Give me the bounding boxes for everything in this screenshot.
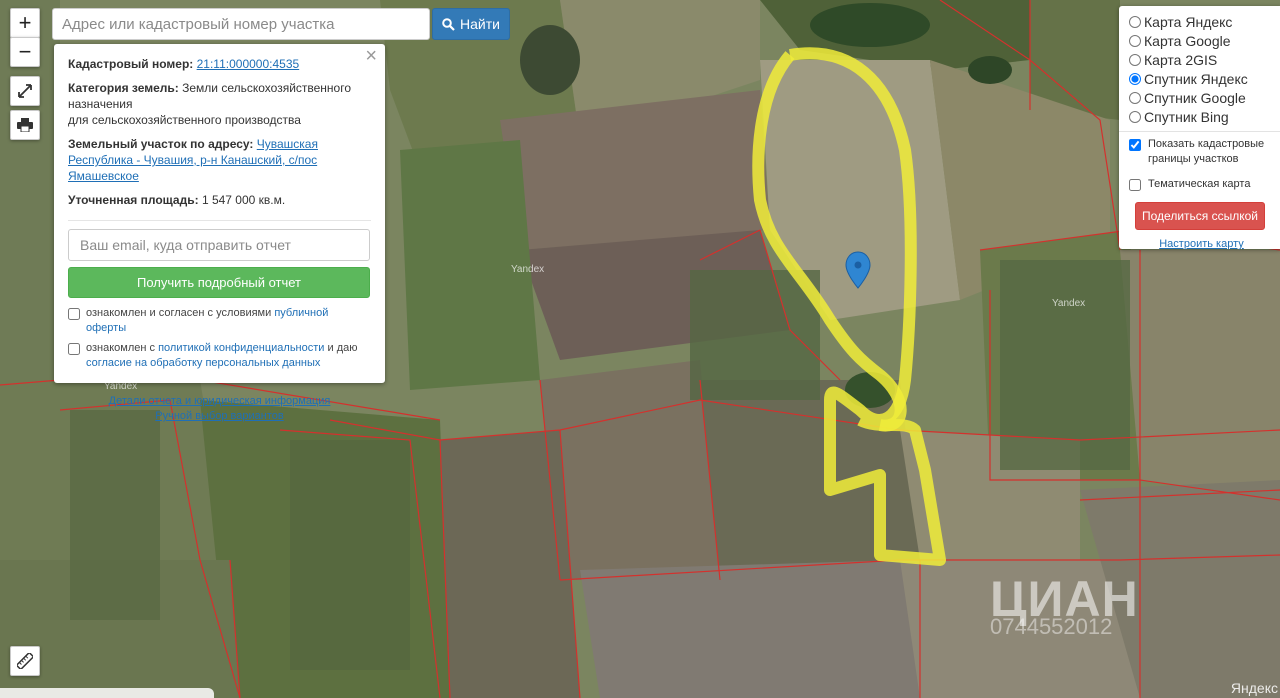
privacy-policy-link[interactable]: политикой конфиденциальности — [158, 342, 324, 354]
show-cadastral-toggle[interactable]: Показать кадастровые границы участков — [1128, 137, 1280, 167]
map-copyright: Яндекс — [1230, 680, 1278, 696]
search-input[interactable] — [52, 8, 430, 40]
area-label: Уточненная площадь: — [68, 193, 199, 207]
layer-label: Спутник Google — [1144, 89, 1246, 106]
area-row: Уточненная площадь: 1 547 000 кв.м. — [68, 192, 371, 221]
layer-option-yandex-map[interactable]: Карта Яндекс — [1128, 12, 1280, 31]
configure-map-link[interactable]: Настроить карту — [1128, 238, 1275, 250]
layer-label: Спутник Bing — [1144, 108, 1229, 125]
report-details-link[interactable]: Детали отчета и юридическая информация — [109, 395, 331, 407]
layer-radio[interactable] — [1129, 72, 1141, 85]
layer-option-2gis-map[interactable]: Карта 2GIS — [1128, 50, 1280, 69]
search-button-label: Найти — [460, 16, 500, 32]
layer-options: Карта Яндекс Карта Google Карта 2GIS Спу… — [1128, 12, 1280, 126]
layer-label: Карта 2GIS — [1144, 51, 1218, 68]
offer-consent-checkbox[interactable] — [68, 308, 80, 320]
ruler-button[interactable] — [10, 646, 40, 676]
parcel-info-panel: × Кадастровый номер: 21:11:000000:4535 К… — [54, 44, 385, 422]
zoom-in-button[interactable]: + — [10, 8, 40, 38]
offer-consent-text: ознакомлен и согласен с условиями — [86, 307, 272, 319]
fullscreen-button[interactable] — [10, 76, 40, 106]
search-button[interactable]: Найти — [432, 8, 510, 40]
close-icon[interactable]: × — [365, 46, 377, 66]
layer-option-bing-satellite[interactable]: Спутник Bing — [1128, 107, 1280, 126]
privacy-consent-text: ознакомлен с — [86, 342, 156, 354]
search-icon — [442, 17, 455, 31]
category-label: Категория земель: — [68, 81, 179, 95]
print-icon — [17, 118, 33, 132]
layer-label: Спутник Яндекс — [1144, 70, 1248, 87]
cadastral-label: Кадастровый номер: — [68, 57, 194, 71]
map-layers-panel: Карта Яндекс Карта Google Карта 2GIS Спу… — [1119, 6, 1280, 250]
print-button[interactable] — [10, 110, 40, 140]
privacy-consent-checkbox[interactable] — [68, 343, 80, 355]
data-processing-link[interactable]: согласие на обработку персональных данны… — [86, 357, 320, 369]
layer-radio[interactable] — [1129, 53, 1141, 66]
layer-option-google-map[interactable]: Карта Google — [1128, 31, 1280, 50]
address-label: Земельный участок по адресу: — [68, 137, 254, 151]
offer-consent-row: ознакомлен и согласен с условиями публич… — [68, 306, 371, 336]
address-row: Земельный участок по адресу: Чувашская Р… — [68, 136, 371, 184]
layer-label: Карта Яндекс — [1144, 13, 1233, 30]
expand-icon — [18, 84, 32, 98]
watermark-number: 0744552012 — [990, 614, 1113, 639]
area-value: 1 547 000 кв.м. — [201, 193, 286, 207]
layer-option-yandex-satellite[interactable]: Спутник Яндекс — [1128, 69, 1280, 88]
get-report-button[interactable]: Получить подробный отчет — [68, 267, 370, 298]
privacy-consent-tail: и даю — [327, 342, 358, 354]
map-attribution-label: Yandex — [1052, 298, 1086, 309]
layer-radio[interactable] — [1129, 91, 1141, 104]
layer-label: Карта Google — [1144, 32, 1231, 49]
show-cadastral-label: Показать кадастровые границы участков — [1148, 138, 1265, 165]
privacy-consent-row: ознакомлен с политикой конфиденциальност… — [68, 341, 371, 371]
layer-radio[interactable] — [1129, 15, 1141, 28]
email-field[interactable] — [68, 229, 370, 261]
show-cadastral-checkbox[interactable] — [1129, 139, 1141, 151]
panel-footer: Детали отчета и юридическая информация Р… — [68, 394, 371, 424]
ruler-icon — [17, 653, 33, 669]
share-link-button[interactable]: Поделиться ссылкой — [1135, 202, 1265, 230]
layer-option-google-satellite[interactable]: Спутник Google — [1128, 88, 1280, 107]
bottom-panel-edge[interactable] — [0, 688, 214, 698]
cadastral-number-link[interactable]: 21:11:000000:4535 — [197, 57, 300, 71]
thematic-map-label: Тематическая карта — [1148, 178, 1251, 190]
cadastral-row: Кадастровый номер: 21:11:000000:4535 — [68, 56, 371, 72]
layer-radio[interactable] — [1129, 110, 1141, 123]
manual-selection-link[interactable]: Ручной выбор вариантов — [155, 410, 283, 422]
category-value-2: для сельскохозяйственного производства — [68, 113, 301, 127]
divider — [1119, 131, 1280, 132]
thematic-map-toggle[interactable]: Тематическая карта — [1128, 177, 1280, 192]
layer-radio[interactable] — [1129, 34, 1141, 47]
thematic-map-checkbox[interactable] — [1129, 179, 1141, 191]
category-row: Категория земель: Земли сельскохозяйстве… — [68, 80, 371, 128]
zoom-out-button[interactable]: − — [10, 37, 40, 67]
map-attribution-label: Yandex — [511, 264, 545, 275]
